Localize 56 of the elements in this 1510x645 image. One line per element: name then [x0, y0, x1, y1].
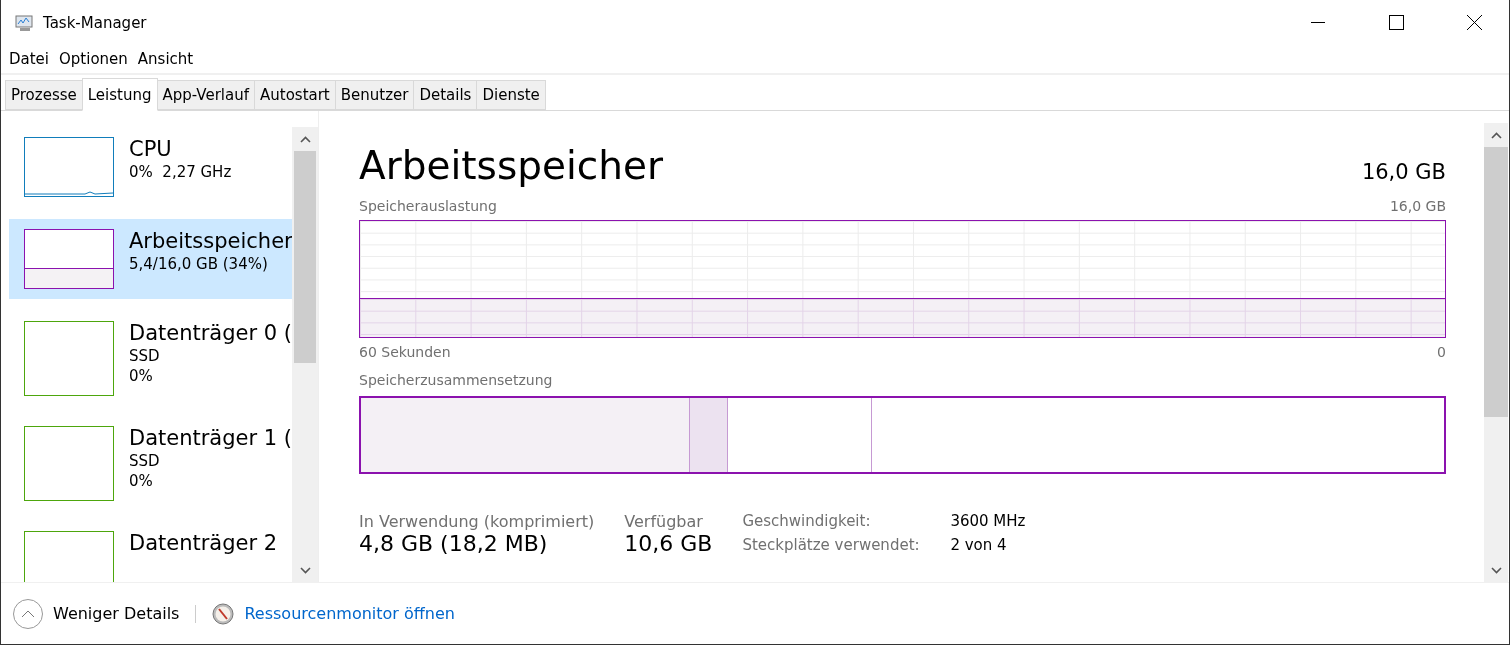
device-name: Datenträger 2: [129, 531, 278, 555]
device-reading: 5,4/16,0 GB (34%): [129, 255, 269, 273]
tab[interactable]: Leistung: [81, 78, 158, 111]
device-reading: SSD: [129, 347, 161, 365]
minimize-icon: [1311, 21, 1325, 24]
scrollbar[interactable]: [1484, 123, 1508, 582]
stat-value: 10,6 GB: [624, 531, 713, 556]
axis-label: 60 Sekunden: [359, 344, 451, 360]
sidebar-item[interactable]: Datenträger 1 ( SSD 0%: [9, 416, 293, 509]
detail-label: Steckplätze verwendet:: [742, 536, 921, 554]
graph-max-label: 16,0 GB: [1389, 198, 1446, 214]
device-reading: 0%: [129, 367, 154, 385]
tab[interactable]: App-Verlauf: [156, 80, 255, 110]
stat-value: 4,8 GB (18,2 MB): [359, 531, 549, 556]
tab[interactable]: Details: [413, 80, 478, 110]
scroll-up-icon[interactable]: [299, 135, 311, 143]
stat-label: Verfügbar: [624, 512, 704, 531]
sidebar-item[interactable]: Datenträger 2: [9, 521, 293, 582]
gauge-icon: [212, 602, 235, 625]
resource-monitor-link[interactable]: Ressourcenmonitor öffnen: [244, 604, 455, 623]
device-reading: SSD: [129, 452, 161, 470]
sidebar-item[interactable]: Arbeitsspeicher 5,4/16,0 GB (34%): [9, 219, 293, 299]
task-manager-icon: [15, 13, 35, 32]
tab[interactable]: Autostart: [254, 80, 336, 110]
total-memory: 16,0 GB: [1361, 160, 1446, 184]
menu-item[interactable]: Optionen: [59, 50, 128, 68]
axis-label: 0: [1437, 344, 1446, 360]
graph-label: Speicherauslastung: [359, 198, 497, 214]
scroll-down-icon[interactable]: [299, 566, 311, 574]
device-name: Datenträger 0 (: [129, 321, 293, 345]
fewer-details-button[interactable]: Weniger Details: [53, 604, 180, 623]
device-reading: 0%: [129, 472, 154, 490]
device-name: Datenträger 1 (: [129, 426, 293, 450]
device-name: Arbeitsspeicher: [129, 229, 293, 253]
detail-label: Geschwindigkeit:: [742, 512, 872, 530]
maximize-icon: [1388, 15, 1404, 30]
menu-item[interactable]: Ansicht: [137, 50, 194, 68]
close-icon: [1466, 15, 1482, 30]
menu-item[interactable]: Datei: [9, 50, 50, 68]
detail-value: 2 von 4: [950, 536, 1008, 554]
tab[interactable]: Dienste: [476, 80, 546, 110]
scrollbar[interactable]: [292, 127, 318, 582]
device-name: CPU: [129, 137, 173, 161]
scroll-down-icon[interactable]: [1490, 566, 1502, 574]
tab[interactable]: Benutzer: [334, 80, 415, 110]
tab[interactable]: Prozesse: [5, 80, 83, 110]
scroll-up-icon[interactable]: [1490, 131, 1502, 139]
sidebar-item[interactable]: CPU 0% 2,27 GHz: [9, 127, 293, 207]
sidebar-item[interactable]: Datenträger 0 ( SSD 0%: [9, 311, 293, 404]
composition-label: Speicherzusammensetzung: [359, 372, 553, 388]
chevron-up-icon: [21, 609, 35, 618]
detail-value: 3600 MHz: [950, 512, 1026, 530]
device-reading: 0% 2,27 GHz: [129, 163, 232, 181]
window-title: Task-Manager: [43, 13, 148, 32]
stat-label: In Verwendung (komprimiert): [359, 512, 595, 531]
page-title: Arbeitsspeicher: [359, 143, 663, 188]
